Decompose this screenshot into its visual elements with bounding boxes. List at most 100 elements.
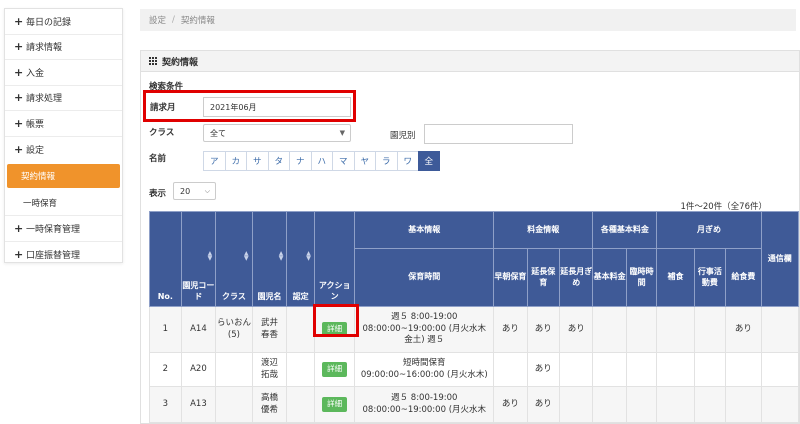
kana-sa-button[interactable]: サ <box>246 151 268 171</box>
breadcrumb: 設定 / 契約情報 <box>140 9 796 31</box>
page-size-select[interactable]: 20 ⌵ <box>173 182 216 200</box>
header-name[interactable]: ▲ ▼ 園児名 <box>251 211 288 307</box>
cell-action: 詳細 <box>313 352 356 387</box>
header-meal: 補食 <box>656 248 695 307</box>
cell-approve <box>286 306 315 353</box>
cell-base-fee <box>592 306 627 353</box>
cell-early <box>493 352 528 387</box>
header-early: 早朝保育 <box>493 248 528 307</box>
sidebar-subitem-temporary-care[interactable]: 一時保育 <box>5 190 122 216</box>
group-header-various: 各種基本料金 <box>592 211 658 249</box>
hours-line: 09:00:00~16:00:00 (月火水木) <box>360 369 488 380</box>
sidebar-item-bank-transfer-mgmt[interactable]: + 口座振替管理 <box>5 242 122 268</box>
sidebar-item-temporary-care-mgmt[interactable]: + 一時保育管理 <box>5 216 122 242</box>
cell-class <box>215 352 253 387</box>
kana-ma-button[interactable]: マ <box>332 151 354 171</box>
kana-ta-button[interactable]: タ <box>267 151 289 171</box>
cell-temp-hours <box>625 386 658 423</box>
header-extend-monthly: 延長月ぎめ <box>559 248 594 307</box>
cell-temp-hours <box>625 306 658 353</box>
cell-event-fee <box>693 352 727 387</box>
kana-all-button[interactable]: 全 <box>418 151 440 171</box>
kana-ha-button[interactable]: ハ <box>310 151 332 171</box>
cell-lunch-fee <box>725 386 762 423</box>
plus-icon: + <box>14 91 24 105</box>
highlight-billing-month <box>143 90 356 122</box>
show-label: 表示 <box>149 189 167 199</box>
sort-icon: ▲ ▼ <box>244 250 249 262</box>
cell-code: A13 <box>180 386 217 423</box>
plus-icon: + <box>14 65 24 79</box>
sidebar-item-billing-process[interactable]: + 請求処理 <box>5 86 122 111</box>
cell-lunch-fee: あり <box>725 306 762 353</box>
class-select-value: 全て <box>210 128 226 138</box>
breadcrumb-current: 契約情報 <box>180 16 215 26</box>
breadcrumb-root[interactable]: 設定 <box>149 14 166 26</box>
kana-ka-button[interactable]: カ <box>224 151 246 171</box>
sort-icon: ▲ ▼ <box>306 250 311 262</box>
sidebar-item-label: 一時保育管理 <box>26 224 81 235</box>
hours-line: 週５ 8:00-19:00 <box>391 393 458 404</box>
header-action-label: アクション <box>318 281 351 301</box>
cell-name: 渡辺拓哉 <box>251 352 288 387</box>
table-row: 2 A20 渡辺拓哉 詳細 短時間保育 09:00:00~16:00:00 (月火… <box>149 352 799 387</box>
kana-na-button[interactable]: ナ <box>289 151 311 171</box>
sidebar-subitem-contract-info[interactable]: 契約情報 <box>7 164 120 188</box>
header-class[interactable]: ▲ ▼ クラス <box>215 211 253 307</box>
sidebar-item-payment[interactable]: + 入金 <box>5 60 122 86</box>
cell-extend: あり <box>526 352 561 387</box>
plus-icon: + <box>14 247 24 261</box>
group-header-fees: 料金情報 <box>493 211 594 249</box>
cell-early: あり <box>493 306 528 353</box>
grid-icon <box>149 57 157 65</box>
child-label: 園児別 <box>390 131 416 141</box>
cell-hours: 週５ 8:00-19:00 08:00:00~19:00:00 (月火水木 <box>354 386 495 423</box>
header-approve[interactable]: ▲ ▼ 認定 <box>286 211 315 307</box>
caret-down-icon: ▼ <box>339 129 345 137</box>
detail-button[interactable]: 詳細 <box>322 362 348 377</box>
cell-meal <box>656 306 695 353</box>
sidebar-item-label: 請求情報 <box>26 43 63 54</box>
cell-class <box>215 386 253 423</box>
sidebar-subitem-label: 一時保育 <box>23 198 58 209</box>
cell-extend: あり <box>526 386 561 423</box>
cell-name: 武井春香 <box>251 306 288 353</box>
header-event-fee: 行事活動費 <box>693 248 727 307</box>
sidebar-item-label: 毎日の記録 <box>26 17 72 28</box>
cell-class: らいおん(5) <box>215 306 253 353</box>
detail-button[interactable]: 詳細 <box>322 397 348 412</box>
sidebar-item-settings[interactable]: + 設定 <box>5 137 122 163</box>
page-size-value: 20 <box>180 186 191 196</box>
cell-extend-monthly <box>559 386 594 423</box>
class-select[interactable]: 全て ▼ <box>203 124 351 142</box>
group-header-monthly: 月ぎめ <box>656 211 762 249</box>
header-action: アクション <box>313 211 356 307</box>
kana-ra-button[interactable]: ラ <box>375 151 397 171</box>
sidebar-item-label: 入金 <box>26 68 45 79</box>
cell-event-fee <box>693 386 727 423</box>
sidebar-item-daily-record[interactable]: + 毎日の記録 <box>5 9 122 35</box>
sort-icon: ▲ ▼ <box>278 250 284 262</box>
cell-commute <box>760 386 799 423</box>
child-input[interactable] <box>424 124 573 144</box>
kana-wa-button[interactable]: ワ <box>396 151 418 171</box>
plus-icon: + <box>14 221 24 235</box>
panel-title: 契約情報 <box>162 57 199 68</box>
kana-ya-button[interactable]: ヤ <box>353 151 375 171</box>
cell-approve <box>286 352 315 387</box>
cell-meal <box>656 386 695 423</box>
class-label: クラス <box>149 128 175 138</box>
header-no[interactable]: No. <box>149 211 182 307</box>
panel-header: 契約情報 <box>141 51 799 72</box>
sidebar-item-reports[interactable]: + 帳票 <box>5 111 122 137</box>
header-no-label: No. <box>157 291 173 301</box>
contract-panel: 契約情報 検索条件 請求月 2021年06月 クラス 全て ▼ 園児別 名前 ア … <box>140 50 800 424</box>
header-code[interactable]: ▲ ▼ 園児コード <box>180 211 217 307</box>
breadcrumb-separator: / <box>172 15 175 25</box>
header-class-label: クラス <box>222 291 246 301</box>
sidebar-item-billing-info[interactable]: + 請求情報 <box>5 35 122 60</box>
hours-line: 週５ 8:00-19:00 <box>391 312 458 323</box>
cell-base-fee <box>592 352 627 387</box>
sidebar-subitem-label: 契約情報 <box>21 172 56 182</box>
kana-a-button[interactable]: ア <box>203 151 225 171</box>
